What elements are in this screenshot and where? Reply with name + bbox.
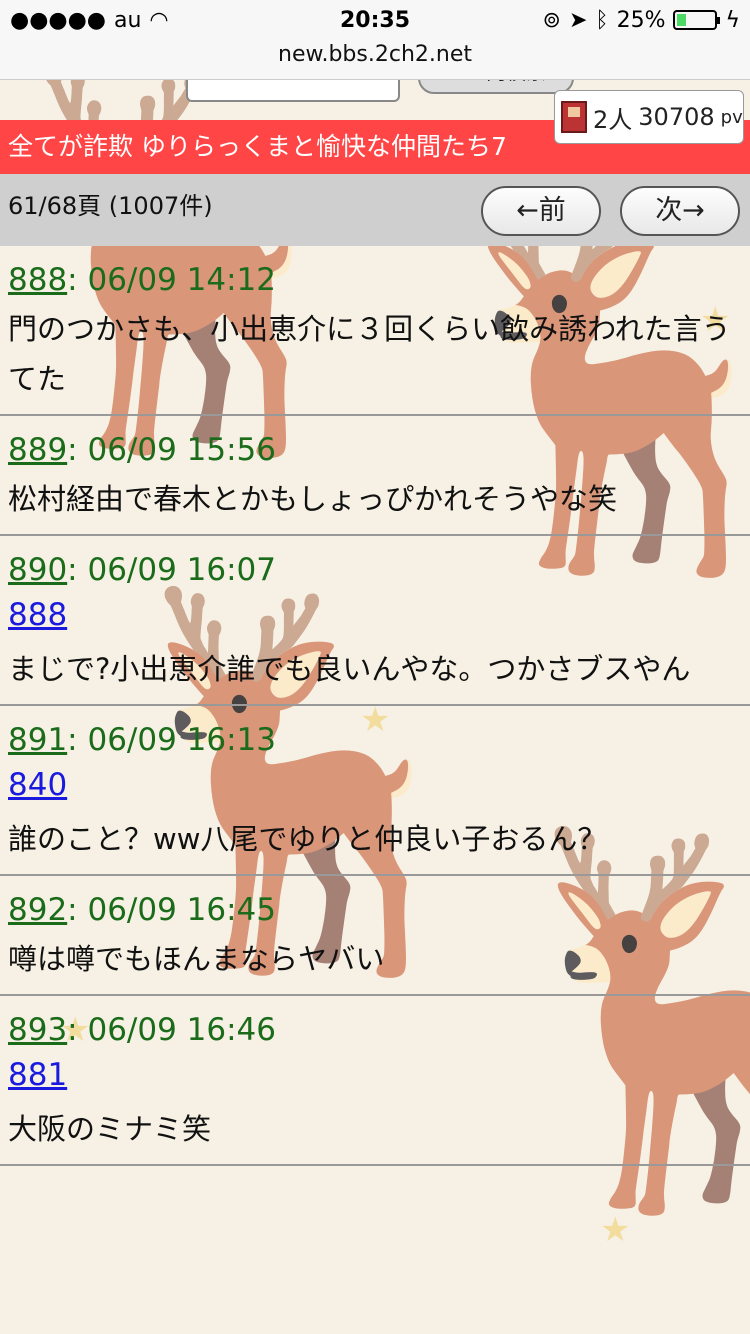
reply-anchor-link[interactable]: 840: [8, 760, 742, 810]
battery-icon: [673, 10, 721, 30]
status-right: ⊚ ➤ ᛒ 25% ϟ: [543, 8, 741, 33]
post-header: 892: 06/09 16:45: [8, 890, 742, 930]
post-number-link[interactable]: 893: [8, 1012, 67, 1048]
post-number-link[interactable]: 889: [8, 432, 67, 468]
signal-icon: ●●●●●: [10, 7, 106, 33]
post-header: 893: 06/09 16:46: [8, 1010, 742, 1050]
page-info: 61/68頁 (1007件): [8, 192, 213, 220]
location-icon: ➤: [568, 7, 588, 33]
url-text: new.bbs.2ch2.net: [278, 42, 472, 67]
post-date: : 06/09 16:46: [67, 1012, 276, 1048]
post-body: 大阪のミナミ笑: [8, 1112, 212, 1146]
post-number-link[interactable]: 892: [8, 892, 67, 928]
post-item: 889: 06/09 15:56 松村経由で春木とかもしょっぴかれそうやな笑: [0, 416, 750, 536]
post-header: 890: 06/09 16:07: [8, 550, 742, 590]
pv-unit: pv: [720, 106, 743, 128]
post-body: まじで?小出恵介誰でも良いんやな。つかさブスやん: [8, 652, 691, 686]
pv-count: 30708: [638, 103, 715, 131]
post-item: 888: 06/09 14:12 門のつかさも、小出恵介に３回くらい飲み誘われた…: [0, 246, 750, 416]
pv-counter: 2人 30708 pv: [554, 90, 744, 144]
post-item: 893: 06/09 16:46 881 大阪のミナミ笑: [0, 996, 750, 1166]
post-item: 890: 06/09 16:07 888 まじで?小出恵介誰でも良いんやな。つか…: [0, 536, 750, 706]
post-body: 誰のこと？ww八尾でゆりと仲良い子おるん？: [8, 822, 607, 856]
status-left: ●●●●● au ◠: [10, 8, 169, 33]
reply-anchor-link[interactable]: 881: [8, 1050, 742, 1100]
post-body: 門のつかさも、小出恵介に３回くらい飲み誘われた言うてた: [8, 312, 731, 396]
carrier-label: au: [113, 7, 142, 33]
post-number-link[interactable]: 888: [8, 262, 67, 298]
post-item: 892: 06/09 16:45 噂は噂でもほんまならヤバい: [0, 876, 750, 996]
post-header: 891: 06/09 16:13: [8, 720, 742, 760]
post-date: : 06/09 16:07: [67, 552, 276, 588]
post-date: : 06/09 15:56: [67, 432, 276, 468]
post-body: 松村経由で春木とかもしょっぴかれそうやな笑: [8, 482, 618, 516]
url-bar[interactable]: new.bbs.2ch2.net: [0, 40, 750, 80]
prev-page-button[interactable]: ←前: [481, 186, 601, 236]
post-body: 噂は噂でもほんまならヤバい: [8, 942, 385, 976]
charging-icon: ϟ: [725, 7, 740, 33]
star-decoration-icon: ★: [600, 1210, 631, 1250]
post-header: 888: 06/09 14:12: [8, 260, 742, 300]
post-date: : 06/09 14:12: [67, 262, 276, 298]
post-item: 891: 06/09 16:13 840 誰のこと？ww八尾でゆりと仲良い子おる…: [0, 706, 750, 876]
post-number-link[interactable]: 891: [8, 722, 67, 758]
wifi-icon: ◠: [149, 7, 169, 33]
post-date: : 06/09 16:45: [67, 892, 276, 928]
users-count: 2人: [593, 105, 633, 134]
orientation-lock-icon: ⊚: [542, 7, 561, 33]
post-number-link[interactable]: 890: [8, 552, 67, 588]
battery-level: [677, 14, 687, 26]
thread-title: 全てが詐欺 ゆりらっくまと愉快な仲間たち7: [8, 132, 507, 161]
post-list: 888: 06/09 14:12 門のつかさも、小出恵介に３回くらい飲み誘われた…: [0, 246, 750, 1166]
next-page-button[interactable]: 次→: [620, 186, 740, 236]
bluetooth-icon: ᛒ: [595, 7, 609, 33]
post-header: 889: 06/09 15:56: [8, 430, 742, 470]
avatar-icon: [561, 101, 587, 133]
status-bar: ●●●●● au ◠ 20:35 ⊚ ➤ ᛒ 25% ϟ: [0, 0, 750, 40]
reply-anchor-link[interactable]: 888: [8, 590, 742, 640]
battery-percent: 25%: [616, 7, 666, 33]
pager: 61/68頁 (1007件) ←前 次→: [0, 174, 750, 246]
post-date: : 06/09 16:13: [67, 722, 276, 758]
